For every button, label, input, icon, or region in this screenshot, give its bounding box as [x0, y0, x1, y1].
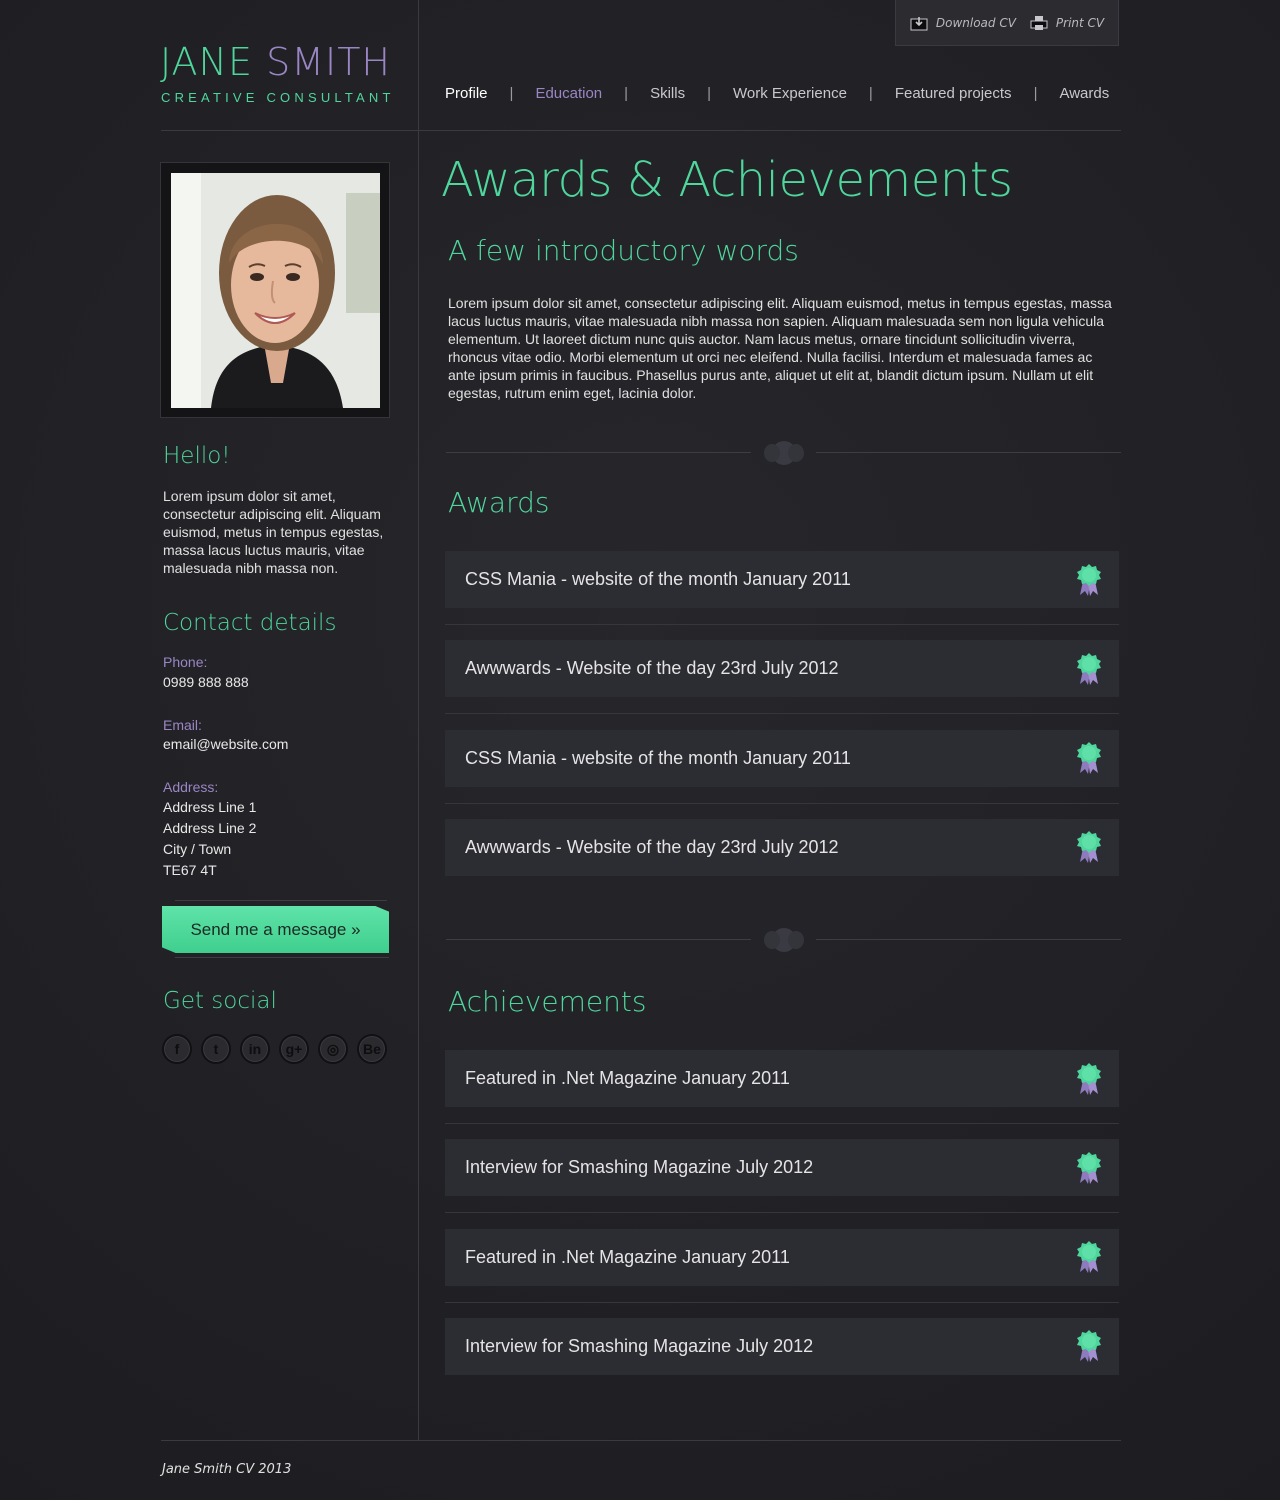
- address-line: TE67 4T: [163, 862, 217, 878]
- award-item: CSS Mania - website of the month January…: [445, 551, 1119, 608]
- award-item-label: Awwwards - Website of the day 23rd July …: [465, 658, 839, 679]
- nav-item-education[interactable]: Education: [535, 85, 602, 102]
- nav-item-profile[interactable]: Profile: [445, 85, 488, 102]
- profile-photo-frame: [160, 162, 390, 418]
- award-item: Interview for Smashing Magazine July 201…: [445, 1139, 1119, 1197]
- section-divider: [446, 438, 1121, 468]
- brand-name: JANE SMITH: [160, 40, 391, 84]
- google-plus-icon[interactable]: g+: [279, 1034, 309, 1064]
- button-rule: [175, 957, 389, 958]
- cv-actions: Download CV Print CV: [895, 0, 1119, 46]
- award-separator: [445, 802, 1119, 804]
- awards-heading: Awards: [448, 486, 550, 519]
- award-ribbon-icon: [1077, 742, 1101, 775]
- vertical-divider: [418, 0, 419, 1440]
- profile-photo: [171, 173, 380, 408]
- nav-item-work-experience[interactable]: Work Experience: [733, 85, 847, 102]
- nav-separator: |: [1033, 85, 1038, 102]
- phone-label: Phone:: [163, 654, 208, 670]
- award-item: Awwwards - Website of the day 23rd July …: [445, 640, 1119, 698]
- award-item-label: Featured in .Net Magazine January 2011: [465, 1068, 790, 1088]
- message-button-wrap: Send me a message »: [161, 900, 389, 958]
- download-cv-label: Download CV: [935, 15, 1016, 30]
- award-ribbon-icon: [1077, 652, 1101, 685]
- email-value[interactable]: email@website.com: [163, 734, 288, 755]
- address-line: City / Town: [163, 841, 232, 857]
- hello-text: Lorem ipsum dolor sit amet, consectetur …: [163, 488, 384, 576]
- intro-text: Lorem ipsum dolor sit amet, consectetur …: [448, 295, 1112, 401]
- award-item: Interview for Smashing Magazine July 201…: [445, 1317, 1119, 1375]
- award-item-label: Interview for Smashing Magazine July 201…: [465, 1157, 814, 1178]
- award-separator: [445, 624, 1119, 625]
- award-separator: [445, 1123, 1119, 1124]
- phone-value: 0989 888 888: [163, 674, 249, 690]
- dribbble-icon[interactable]: ◎: [318, 1034, 348, 1064]
- award-ribbon-icon: [1077, 1241, 1101, 1274]
- email-label: Email:: [163, 717, 202, 733]
- section-divider: [446, 925, 1121, 955]
- main-nav: Profile | Education | Skills | Work Expe…: [445, 85, 1109, 102]
- address-line: Address Line 1: [163, 799, 257, 815]
- printer-icon: [1030, 15, 1048, 30]
- send-message-button[interactable]: Send me a message »: [162, 906, 389, 953]
- print-cv-label: Print CV: [1055, 15, 1105, 30]
- intro-heading: A few introductory words: [448, 234, 799, 267]
- nav-separator: |: [624, 85, 629, 102]
- award-item-label: Interview for Smashing Magazine July 201…: [465, 1335, 814, 1356]
- award-ribbon-icon: [1077, 1330, 1101, 1363]
- facebook-icon[interactable]: f: [162, 1034, 192, 1064]
- button-rule: [175, 900, 387, 901]
- contact-heading: Contact details: [163, 610, 337, 636]
- page-title: Awards & Achievements: [441, 152, 1013, 208]
- award-item: Featured in .Net Magazine January 2011: [445, 1050, 1119, 1107]
- header-divider: [161, 130, 1121, 131]
- award-item: CSS Mania - website of the month January…: [445, 729, 1119, 787]
- twitter-icon[interactable]: t: [201, 1034, 231, 1064]
- divider-ornament-icon: [764, 441, 804, 465]
- award-ribbon-icon: [1077, 1062, 1101, 1095]
- divider-ornament-icon: [764, 928, 804, 952]
- footer-text: Jane Smith CV 2013: [162, 1462, 292, 1477]
- award-ribbon-icon: [1077, 1151, 1101, 1184]
- award-item: Awwwards - Website of the day 23rd July …: [445, 818, 1119, 876]
- award-item-label: Awwwards - Website of the day 23rd July …: [465, 836, 839, 857]
- nav-item-skills[interactable]: Skills: [650, 85, 685, 102]
- award-item-label: Featured in .Net Magazine January 2011: [465, 1246, 790, 1267]
- brand-last-name: SMITH: [266, 40, 391, 84]
- nav-separator: |: [509, 85, 514, 102]
- award-item: Featured in .Net Magazine January 2011: [445, 1228, 1119, 1286]
- nav-item-awards[interactable]: Awards: [1059, 85, 1109, 102]
- brand-tagline: CREATIVE CONSULTANT: [161, 90, 395, 105]
- download-cv-link[interactable]: Download CV: [910, 15, 1016, 31]
- print-cv-link[interactable]: Print CV: [1030, 15, 1104, 31]
- award-ribbon-icon: [1077, 831, 1101, 864]
- address-line: Address Line 2: [163, 820, 257, 836]
- award-ribbon-icon: [1077, 563, 1101, 596]
- award-separator: [445, 1301, 1119, 1303]
- award-item-label: CSS Mania - website of the month January…: [465, 747, 851, 768]
- nav-item-featured-projects[interactable]: Featured projects: [895, 85, 1012, 102]
- social-links: f t in g+ ◎ Be: [162, 1034, 387, 1064]
- hello-heading: Hello!: [163, 443, 231, 469]
- address-label: Address:: [163, 779, 219, 795]
- linkedin-icon[interactable]: in: [240, 1034, 270, 1064]
- footer-divider: [161, 1440, 1121, 1441]
- download-icon: [910, 16, 928, 30]
- achievements-heading: Achievements: [448, 985, 647, 1018]
- nav-separator: |: [707, 85, 711, 102]
- nav-separator: |: [868, 85, 873, 102]
- portrait-illustration: [171, 173, 380, 408]
- award-item-label: CSS Mania - website of the month January…: [465, 569, 851, 589]
- behance-icon[interactable]: Be: [357, 1034, 387, 1064]
- social-heading: Get social: [163, 988, 277, 1014]
- award-separator: [445, 1212, 1119, 1214]
- award-separator: [445, 713, 1119, 715]
- brand-first-name: JANE: [160, 40, 253, 84]
